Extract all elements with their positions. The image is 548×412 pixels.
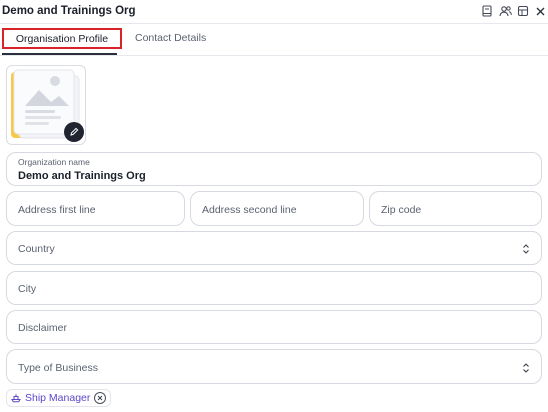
address-first-line-input[interactable]: Address first line (6, 191, 185, 226)
edit-logo-button[interactable] (64, 122, 84, 142)
chevron-up-down-icon (521, 361, 531, 375)
book-icon[interactable] (480, 4, 494, 18)
organization-name-label: Organization name (18, 157, 90, 167)
tab-label: Organisation Profile (15, 32, 109, 45)
remove-chip-button[interactable] (94, 392, 107, 404)
country-select[interactable]: Country (6, 231, 542, 265)
close-icon[interactable] (533, 4, 547, 18)
active-tab-indicator (2, 53, 117, 55)
tab-bar: Organisation Profile Contact Details (0, 26, 548, 56)
window-icon[interactable] (516, 4, 530, 18)
tab-label: Contact Details (135, 32, 207, 44)
business-type-chip: Ship Manager (6, 389, 112, 407)
page-title: Demo and Trainings Org (2, 5, 136, 17)
business-type-placeholder: Type of Business (18, 362, 98, 374)
users-icon[interactable] (498, 4, 512, 18)
business-type-select[interactable]: Type of Business (6, 349, 542, 384)
organization-name-value: Demo and Trainings Org (18, 170, 146, 182)
address-first-line-placeholder: Address first line (18, 204, 96, 216)
address-second-line-placeholder: Address second line (202, 204, 297, 216)
address-second-line-input[interactable]: Address second line (190, 191, 364, 226)
tab-organisation-profile[interactable]: Organisation Profile (2, 28, 122, 49)
city-input[interactable]: City (6, 271, 542, 305)
country-placeholder: Country (18, 243, 55, 255)
pencil-icon (70, 127, 79, 136)
tab-contact-details[interactable]: Contact Details (135, 32, 206, 44)
window-header: Demo and Trainings Org (0, 0, 548, 24)
zip-code-placeholder: Zip code (381, 204, 422, 216)
disclaimer-input[interactable]: Disclaimer (6, 310, 542, 344)
zip-code-input[interactable]: Zip code (369, 191, 542, 226)
close-icon (98, 395, 103, 401)
chevron-up-down-icon (521, 242, 531, 256)
city-placeholder: City (18, 283, 37, 295)
disclaimer-placeholder: Disclaimer (18, 322, 68, 334)
chip-label: Ship Manager (25, 392, 91, 404)
organization-name-field[interactable]: Organization name Demo and Trainings Org (6, 152, 542, 186)
ship-icon (11, 394, 21, 403)
